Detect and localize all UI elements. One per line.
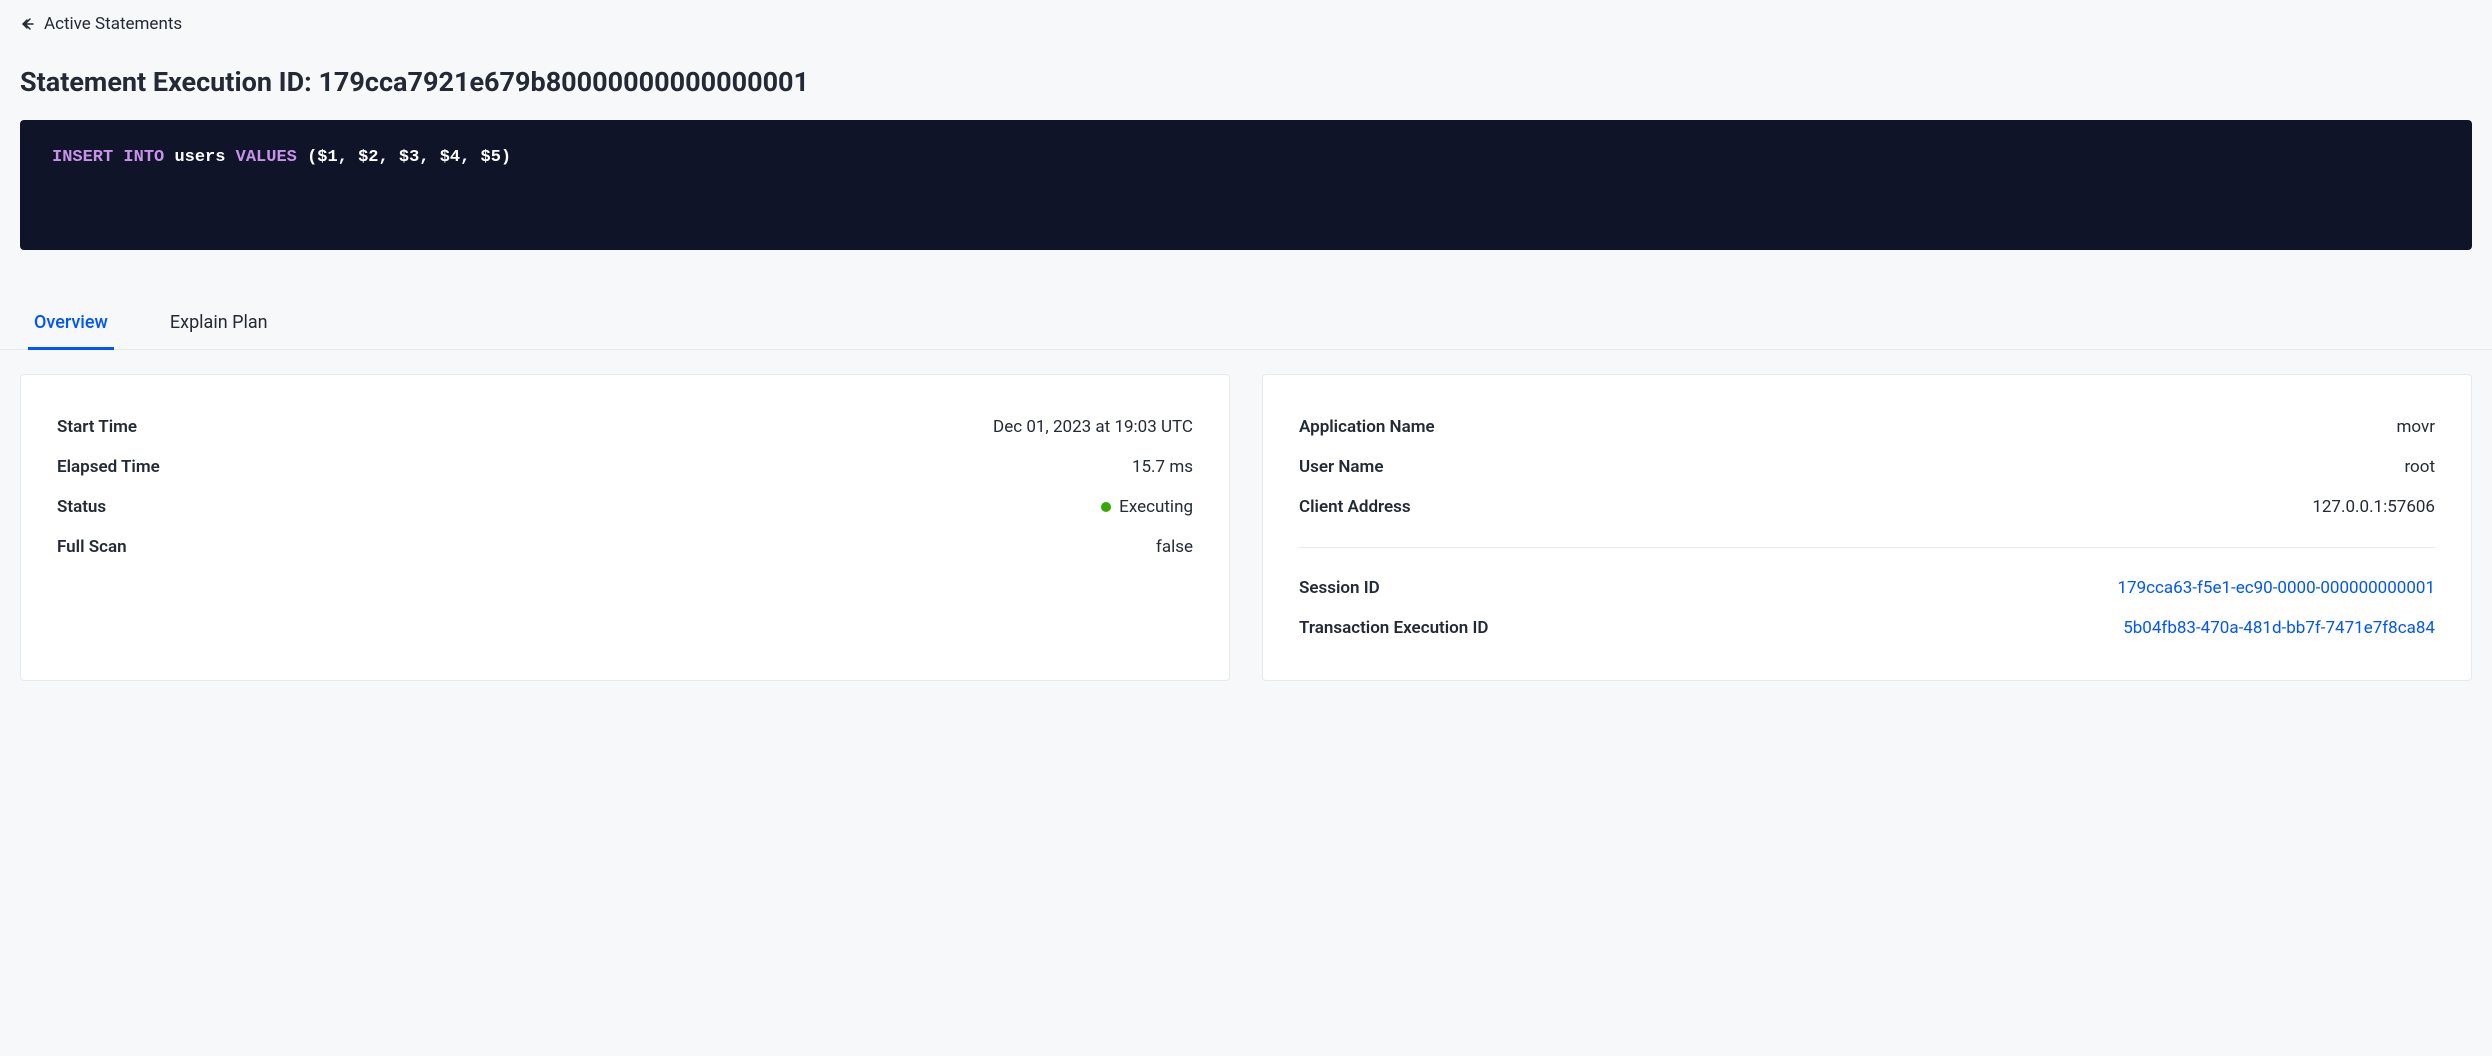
sql-args: ($1, $2, $3, $4, $5) [307, 148, 511, 167]
row-elapsed-time: Elapsed Time 15.7 ms [57, 447, 1193, 487]
sql-keyword: VALUES [236, 148, 297, 167]
value-status-wrap: Executing [1101, 497, 1193, 517]
row-full-scan: Full Scan false [57, 527, 1193, 567]
back-arrow-icon[interactable] [20, 16, 36, 32]
value-status: Executing [1119, 497, 1193, 517]
row-start-time: Start Time Dec 01, 2023 at 19:03 UTC [57, 407, 1193, 447]
tab-explain-plan[interactable]: Explain Plan [164, 300, 274, 350]
label-status: Status [57, 497, 106, 517]
execution-id: 179cca7921e679b80000000000000001 [318, 66, 809, 98]
page-title: Statement Execution ID: 179cca7921e679b8… [0, 48, 2492, 120]
label-elapsed-time: Elapsed Time [57, 457, 160, 477]
value-elapsed-time: 15.7 ms [1132, 457, 1193, 477]
value-app-name: movr [2397, 417, 2435, 437]
page-title-prefix: Statement Execution ID: [20, 66, 318, 98]
tab-overview[interactable]: Overview [28, 300, 114, 350]
label-user-name: User Name [1299, 457, 1383, 477]
label-full-scan: Full Scan [57, 537, 127, 557]
label-app-name: Application Name [1299, 417, 1435, 437]
row-app-name: Application Name movr [1299, 407, 2435, 447]
value-full-scan: false [1156, 537, 1193, 557]
sql-statement-block: INSERT INTO users VALUES ($1, $2, $3, $4… [20, 120, 2472, 250]
overview-card-right: Application Name movr User Name root Cli… [1262, 374, 2472, 681]
tabs: Overview Explain Plan [0, 300, 2492, 350]
sql-identifier: users [174, 148, 225, 167]
row-status: Status Executing [57, 487, 1193, 527]
cards-row: Start Time Dec 01, 2023 at 19:03 UTC Ela… [0, 350, 2492, 705]
sql-keyword: INSERT [52, 148, 113, 167]
value-session-id-link[interactable]: 179cca63-f5e1-ec90-0000-000000000001 [2117, 578, 2435, 598]
divider [1299, 547, 2435, 548]
overview-card-left: Start Time Dec 01, 2023 at 19:03 UTC Ela… [20, 374, 1230, 681]
label-txn-exec-id: Transaction Execution ID [1299, 618, 1489, 638]
label-start-time: Start Time [57, 417, 137, 437]
sql-keyword: INTO [123, 148, 164, 167]
label-client-address: Client Address [1299, 497, 1411, 517]
row-client-address: Client Address 127.0.0.1:57606 [1299, 487, 2435, 527]
value-client-address: 127.0.0.1:57606 [2312, 497, 2435, 517]
value-txn-exec-id-link[interactable]: 5b04fb83-470a-481d-bb7f-7471e7f8ca84 [2123, 618, 2435, 638]
breadcrumb-link[interactable]: Active Statements [44, 14, 182, 34]
row-txn-exec-id: Transaction Execution ID 5b04fb83-470a-4… [1299, 608, 2435, 648]
value-user-name: root [2404, 457, 2435, 477]
value-start-time: Dec 01, 2023 at 19:03 UTC [993, 417, 1193, 437]
row-session-id: Session ID 179cca63-f5e1-ec90-0000-00000… [1299, 568, 2435, 608]
label-session-id: Session ID [1299, 578, 1380, 598]
status-dot-icon [1101, 502, 1111, 512]
breadcrumb: Active Statements [0, 0, 2492, 48]
row-user-name: User Name root [1299, 447, 2435, 487]
